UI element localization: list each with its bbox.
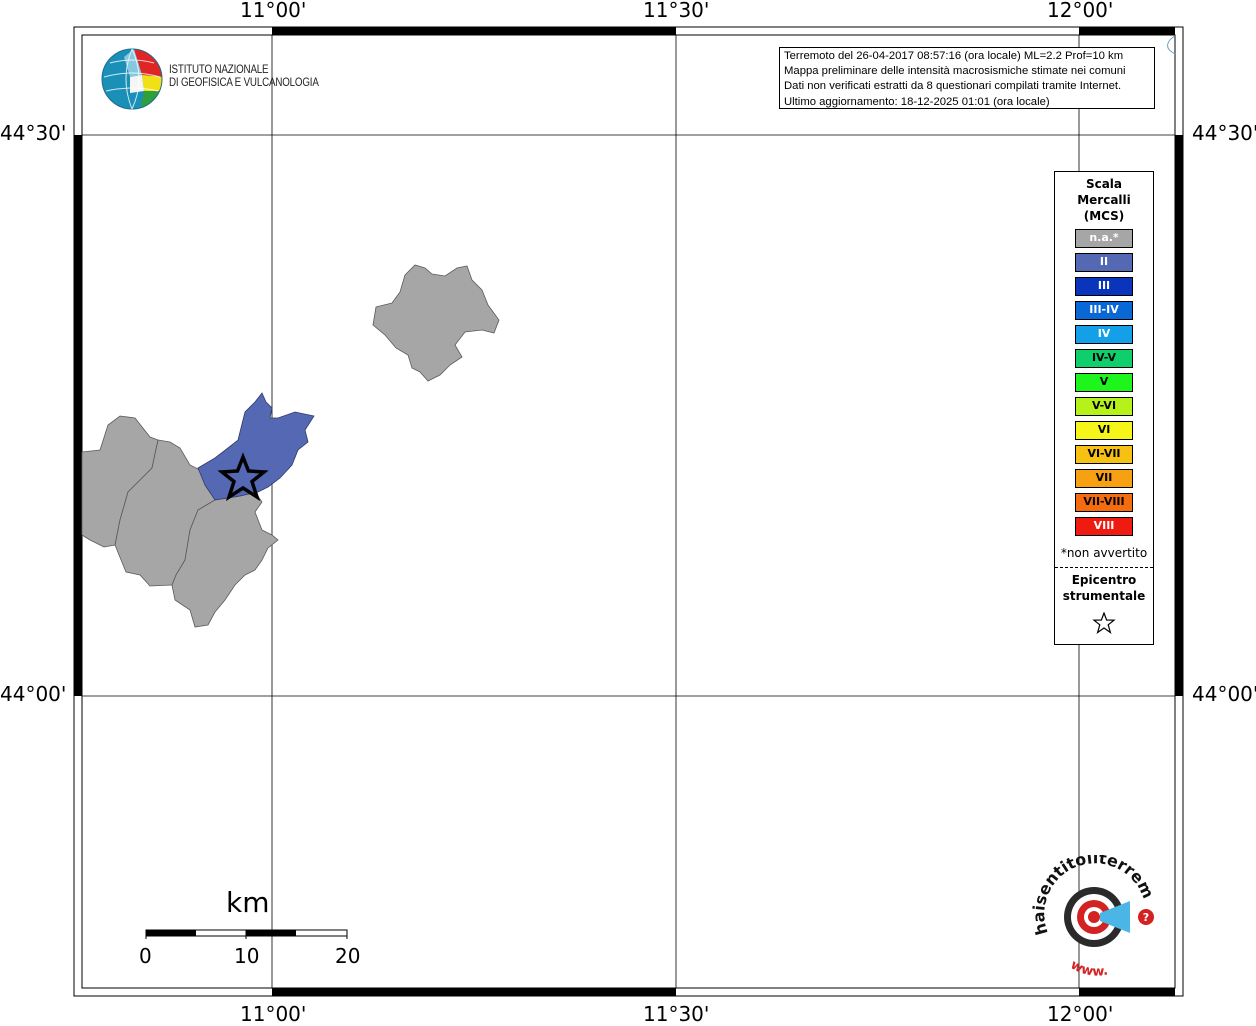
ingv-globe-logo xyxy=(101,48,163,110)
legend-swatch-vii-viii: VII-VIII xyxy=(1075,493,1133,512)
lat-label-left-44-30: 44°30' xyxy=(0,121,67,145)
legend-swatch-vi-vii: VI-VII xyxy=(1075,445,1133,464)
scale-label-0: 0 xyxy=(139,944,152,968)
legend-swatch-iii-iv: III-IV xyxy=(1075,301,1133,320)
scale-label-20: 20 xyxy=(335,944,361,968)
legend-title-line2: Mercalli xyxy=(1077,193,1131,207)
scale-label-10: 10 xyxy=(234,944,260,968)
institute-name: ISTITUTO NAZIONALE DI GEOFISICA E VULCAN… xyxy=(169,64,319,90)
scale-unit-label: km xyxy=(226,886,270,919)
event-info-line2: Mappa preliminare delle intensità macros… xyxy=(784,65,1126,78)
legend-swatch-iv: IV xyxy=(1075,325,1133,344)
lat-label-right-44-30: 44°30' xyxy=(1192,121,1256,145)
frame-bar-top-2 xyxy=(1079,27,1175,35)
lon-label-bottom-12-00: 12°00' xyxy=(1047,1002,1114,1026)
frame-bar-bottom-2 xyxy=(1079,988,1175,996)
legend-swatch-n-a: n.a.* xyxy=(1075,229,1133,248)
legend-swatch-iii: III xyxy=(1075,277,1133,296)
haisentito-logo: haisentitoilterremoto.it www. ? xyxy=(1030,855,1158,980)
legend-swatch-vii: VII xyxy=(1075,469,1133,488)
scale-bar xyxy=(145,929,348,939)
event-info-line1: Terremoto del 26-04-2017 08:57:16 (ora l… xyxy=(784,50,1124,62)
haisentito-url-text: www. xyxy=(1068,958,1109,980)
event-info-line4: Ultimo aggiornamento: 18-12-2025 01:01 (… xyxy=(784,95,1050,108)
legend-epicentre-line1: Epicentro xyxy=(1071,573,1137,587)
frame-bar-top-1 xyxy=(272,27,676,35)
lon-label-top-11-30: 11°30' xyxy=(643,0,710,22)
legend-title-line1: Scala xyxy=(1085,177,1123,191)
lon-label-top-12-00: 12°00' xyxy=(1047,0,1114,22)
legend-star-icon xyxy=(1092,612,1116,634)
svg-text:?: ? xyxy=(1143,911,1149,924)
event-info-box: Terremoto del 26-04-2017 08:57:16 (ora l… xyxy=(779,47,1155,109)
legend-title-line3: (MCS) xyxy=(1083,209,1125,223)
municipality-region-na-ne xyxy=(372,264,500,382)
lat-label-left-44-00: 44°00' xyxy=(0,682,67,706)
institute-name-line2: DI GEOFISICA E VULCANOLOGIA xyxy=(169,77,319,89)
legend-note: *non avvertito xyxy=(1060,546,1148,560)
legend-epicentre-line2: strumentale xyxy=(1062,589,1146,603)
legend-swatch-iv-v: IV-V xyxy=(1075,349,1133,368)
lon-label-top-11-00: 11°00' xyxy=(240,0,307,22)
legend-swatch-v: V xyxy=(1075,373,1133,392)
frame-bar-bottom-1 xyxy=(272,988,676,996)
coastline-fragment xyxy=(1167,35,1176,55)
legend-swatch-vi: VI xyxy=(1075,421,1133,440)
mcs-legend: Scala Mercalli (MCS) n.a.* II III III-IV IV I… xyxy=(1054,171,1154,645)
legend-swatch-v-vi: V-VI xyxy=(1075,397,1133,416)
lat-label-right-44-00: 44°00' xyxy=(1192,682,1256,706)
event-info-line3: Dati non verificati estratti da 8 questi… xyxy=(784,80,1122,93)
lon-label-bottom-11-30: 11°30' xyxy=(643,1002,710,1026)
frame-bar-right xyxy=(1175,135,1183,696)
legend-divider xyxy=(1055,567,1153,568)
lon-label-bottom-11-00: 11°00' xyxy=(240,1002,307,1026)
frame-bar-left xyxy=(74,135,82,696)
legend-swatch-viii: VIII xyxy=(1075,517,1133,536)
legend-swatch-ii: II xyxy=(1075,253,1133,272)
municipality-region-ii xyxy=(197,392,315,501)
institute-name-line1: ISTITUTO NAZIONALE xyxy=(169,64,269,76)
